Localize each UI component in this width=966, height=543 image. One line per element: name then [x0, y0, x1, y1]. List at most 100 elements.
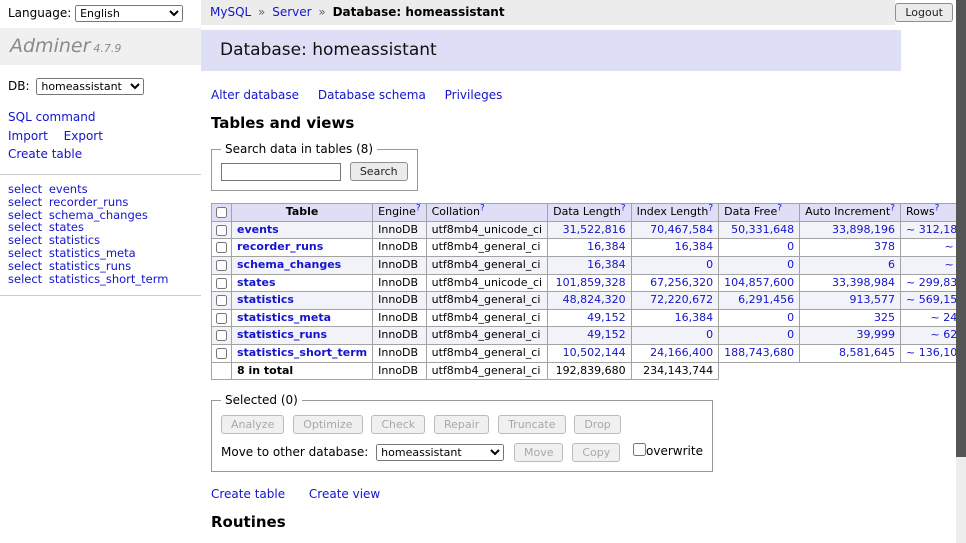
- truncate-button[interactable]: Truncate: [498, 415, 565, 434]
- data-length-link[interactable]: 16,384: [587, 240, 626, 253]
- index-length-link[interactable]: 0: [706, 258, 713, 271]
- breadcrumb-link-mysql[interactable]: MySQL: [210, 5, 251, 19]
- table-name-link[interactable]: statistics: [237, 293, 294, 306]
- table-structure-link[interactable]: recorder_runs: [49, 195, 129, 209]
- auto-increment-link[interactable]: 378: [874, 240, 895, 253]
- auto-increment-link[interactable]: 33,398,984: [832, 276, 895, 289]
- collation-cell: utf8mb4_unicode_ci: [426, 274, 547, 292]
- search-input[interactable]: [221, 163, 341, 181]
- row-checkbox[interactable]: [216, 242, 227, 253]
- index-length-link[interactable]: 70,467,584: [650, 223, 713, 236]
- data-length-link[interactable]: 49,152: [587, 328, 626, 341]
- help-icon[interactable]: ?: [621, 203, 626, 213]
- collation-cell: utf8mb4_general_ci: [426, 239, 547, 257]
- help-icon[interactable]: ?: [480, 203, 485, 213]
- tables-heading: Tables and views: [211, 114, 956, 132]
- data-free-link[interactable]: 0: [787, 328, 794, 341]
- table-name-link[interactable]: events: [237, 223, 279, 236]
- row-checkbox[interactable]: [216, 313, 227, 324]
- auto-increment-link[interactable]: 913,577: [850, 293, 896, 306]
- data-free-link[interactable]: 104,857,600: [724, 276, 794, 289]
- select-data-link[interactable]: select: [8, 259, 42, 273]
- repair-button[interactable]: Repair: [434, 415, 489, 434]
- language-select[interactable]: English: [75, 5, 183, 22]
- search-button[interactable]: Search: [350, 162, 408, 181]
- create-links: Create table Create view: [211, 487, 956, 501]
- index-length-link[interactable]: 24,166,400: [650, 346, 713, 359]
- optimize-button[interactable]: Optimize: [293, 415, 362, 434]
- help-icon[interactable]: ?: [708, 203, 713, 213]
- move-db-select[interactable]: homeassistant: [376, 444, 504, 461]
- table-name-link[interactable]: statistics_runs: [237, 328, 327, 341]
- help-icon[interactable]: ?: [416, 203, 421, 213]
- auto-increment-link[interactable]: 6: [888, 258, 895, 271]
- auto-increment-link[interactable]: 325: [874, 311, 895, 324]
- data-length-link[interactable]: 10,502,144: [563, 346, 626, 359]
- index-length-link[interactable]: 16,384: [675, 311, 714, 324]
- row-checkbox[interactable]: [216, 260, 227, 271]
- privileges-link[interactable]: Privileges: [445, 88, 503, 102]
- drop-button[interactable]: Drop: [574, 415, 620, 434]
- select-data-link[interactable]: select: [8, 195, 42, 209]
- move-button[interactable]: Move: [514, 443, 564, 462]
- table-structure-link[interactable]: statistics_runs: [49, 259, 131, 273]
- check-button[interactable]: Check: [371, 415, 425, 434]
- select-all-checkbox[interactable]: [216, 207, 227, 218]
- data-free-link[interactable]: 0: [787, 311, 794, 324]
- index-length-link[interactable]: 72,220,672: [650, 293, 713, 306]
- overwrite-checkbox[interactable]: [633, 443, 646, 456]
- overwrite-label[interactable]: overwrite: [646, 444, 703, 458]
- data-length-link[interactable]: 101,859,328: [556, 276, 626, 289]
- data-free-link[interactable]: 50,331,648: [731, 223, 794, 236]
- row-checkbox[interactable]: [216, 330, 227, 341]
- auto-increment-link[interactable]: 33,898,196: [832, 223, 895, 236]
- auto-increment-link[interactable]: 39,999: [857, 328, 896, 341]
- data-length-link[interactable]: 49,152: [587, 311, 626, 324]
- data-length-link[interactable]: 31,522,816: [563, 223, 626, 236]
- scrollbar-thumb[interactable]: [956, 0, 966, 457]
- table-structure-link[interactable]: events: [49, 182, 88, 196]
- create-view-link[interactable]: Create view: [309, 487, 380, 501]
- table-name-link[interactable]: schema_changes: [237, 258, 341, 271]
- export-link[interactable]: Export: [64, 129, 103, 143]
- column-header-data-length: Data Length?: [548, 204, 631, 222]
- analyze-button[interactable]: Analyze: [221, 415, 284, 434]
- breadcrumb-link-server[interactable]: Server: [272, 5, 311, 19]
- help-icon[interactable]: ?: [890, 203, 895, 213]
- data-free-link[interactable]: 188,743,680: [724, 346, 794, 359]
- table-name-link[interactable]: recorder_runs: [237, 240, 323, 253]
- help-icon[interactable]: ?: [777, 203, 782, 213]
- table-name-link[interactable]: statistics_meta: [237, 311, 331, 324]
- auto-increment-link[interactable]: 8,581,645: [839, 346, 895, 359]
- db-select[interactable]: homeassistant: [36, 78, 144, 95]
- row-checkbox[interactable]: [216, 348, 227, 359]
- index-length-link[interactable]: 0: [706, 328, 713, 341]
- create-table-link-sidebar[interactable]: Create table: [8, 147, 82, 161]
- select-data-link[interactable]: select: [8, 182, 42, 196]
- data-free-link[interactable]: 0: [787, 240, 794, 253]
- database-schema-link[interactable]: Database schema: [318, 88, 426, 102]
- help-icon[interactable]: ?: [935, 203, 940, 213]
- copy-button[interactable]: Copy: [572, 443, 620, 462]
- index-length-cell: 0: [631, 256, 719, 274]
- table-structure-link[interactable]: statistics_short_term: [49, 272, 169, 286]
- scrollbar-track[interactable]: [956, 0, 966, 543]
- index-length-link[interactable]: 67,256,320: [650, 276, 713, 289]
- language-row: Language: English: [0, 0, 201, 28]
- index-length-link[interactable]: 16,384: [675, 240, 714, 253]
- data-length-link[interactable]: 48,824,320: [563, 293, 626, 306]
- data-free-link[interactable]: 6,291,456: [738, 293, 794, 306]
- row-checkbox[interactable]: [216, 295, 227, 306]
- table-name-link[interactable]: statistics_short_term: [237, 346, 367, 359]
- row-checkbox[interactable]: [216, 225, 227, 236]
- row-checkbox[interactable]: [216, 278, 227, 289]
- data-length-link[interactable]: 16,384: [587, 258, 626, 271]
- select-data-link[interactable]: select: [8, 272, 42, 286]
- alter-database-link[interactable]: Alter database: [211, 88, 299, 102]
- table-name-link[interactable]: states: [237, 276, 276, 289]
- create-table-link[interactable]: Create table: [211, 487, 285, 501]
- sql-command-link[interactable]: SQL command: [8, 110, 95, 124]
- logout-button[interactable]: Logout: [895, 3, 953, 22]
- data-free-link[interactable]: 0: [787, 258, 794, 271]
- import-link[interactable]: Import: [8, 129, 48, 143]
